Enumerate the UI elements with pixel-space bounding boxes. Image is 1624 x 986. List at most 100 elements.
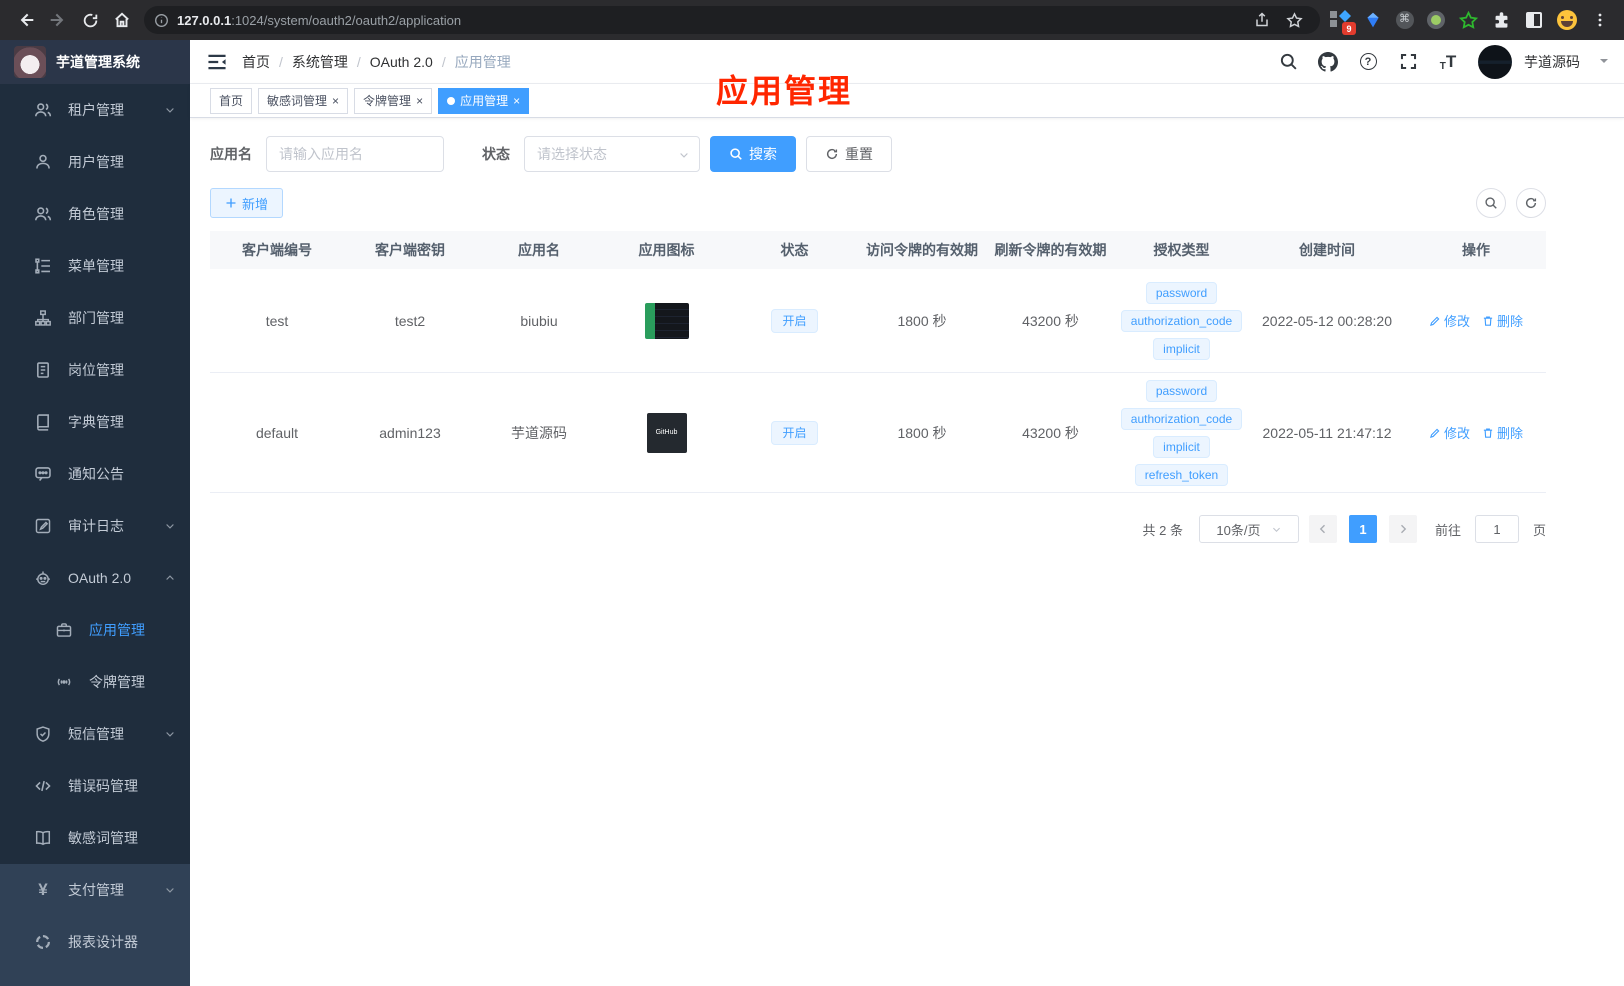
browser-home-button[interactable] <box>106 4 138 36</box>
user-menu-caret-icon[interactable] <box>1600 59 1608 67</box>
collapse-sidebar-icon[interactable] <box>206 51 228 73</box>
delete-link[interactable]: 删除 <box>1482 311 1523 330</box>
sidebar-item-user[interactable]: 用户管理 <box>0 136 190 188</box>
sidebar-item-errorcode[interactable]: 错误码管理 <box>0 760 190 812</box>
sidebar-item-oauth2[interactable]: OAuth 2.0 <box>0 552 190 604</box>
sidebar-item-sensitive-word[interactable]: 敏感词管理 <box>0 812 190 864</box>
search-icon <box>730 148 742 160</box>
share-icon[interactable] <box>1246 4 1278 36</box>
tab-token[interactable]: 令牌管理 × <box>354 87 433 114</box>
extensions-puzzle-icon[interactable] <box>1491 10 1511 30</box>
sidebar-item-sms[interactable]: 短信管理 <box>0 708 190 760</box>
navbar-actions: 芋道源码 <box>1278 44 1608 79</box>
edit-link[interactable]: 修改 <box>1429 423 1470 442</box>
close-icon[interactable]: × <box>416 95 423 107</box>
sidebar-item-label: 短信管理 <box>68 726 124 742</box>
sidebar-item-audit-log[interactable]: 审计日志 <box>0 500 190 552</box>
address-bar[interactable]: 127.0.0.1:1024/system/oauth2/oauth2/appl… <box>144 6 1320 34</box>
status-label: 状态 <box>482 146 510 162</box>
tab-application[interactable]: 应用管理 × <box>438 87 530 114</box>
reset-button[interactable]: 重置 <box>806 136 892 172</box>
help-icon[interactable] <box>1358 52 1378 72</box>
browser-reload-button[interactable] <box>74 4 106 36</box>
app-icon-image: GitHub <box>646 412 687 453</box>
refresh-table-button[interactable] <box>1516 188 1546 218</box>
github-icon[interactable] <box>1318 51 1338 72</box>
chevron-down-icon <box>1272 527 1280 532</box>
goto-label: 前往 <box>1434 522 1461 538</box>
sidebar-item-menu[interactable]: 菜单管理 <box>0 240 190 292</box>
page-size-select[interactable]: 10条/页 <box>1198 515 1299 543</box>
profile-avatar-icon[interactable] <box>1557 10 1577 30</box>
table-toolbar: 新增 <box>210 188 1546 218</box>
browser-forward-button[interactable] <box>42 4 74 36</box>
add-button[interactable]: 新增 <box>210 188 284 218</box>
sidebar-item-post[interactable]: 岗位管理 <box>0 344 190 396</box>
sidebar-item-pay[interactable]: ¥ 支付管理 <box>0 864 190 916</box>
bookmark-star-icon[interactable] <box>1278 4 1310 36</box>
open-book-icon <box>35 830 51 846</box>
toggle-search-button[interactable] <box>1476 188 1506 218</box>
filter-form: 应用名 状态 请选择状态 搜索 重置 <box>210 136 1624 172</box>
browser-menu-icon[interactable] <box>1590 10 1610 30</box>
username[interactable]: 芋道源码 <box>1524 52 1580 72</box>
app-name-input[interactable] <box>266 136 444 172</box>
page-unit-label: 页 <box>1532 522 1546 538</box>
sidebar-item-label: 部门管理 <box>68 310 124 326</box>
browser-back-button[interactable] <box>10 4 42 36</box>
sidebar-item-notice[interactable]: 通知公告 <box>0 448 190 500</box>
cell-access-ttl: 1800 秒 <box>897 424 947 441</box>
refresh-icon <box>826 148 838 160</box>
close-icon[interactable]: × <box>332 95 339 107</box>
breadcrumb-system[interactable]: 系统管理 <box>292 52 348 72</box>
status-select[interactable]: 请选择状态 <box>524 136 700 172</box>
cell-app-name: biubiu <box>520 312 558 329</box>
sidebar-item-label: 角色管理 <box>68 206 124 222</box>
sidebar-item-dept[interactable]: 部门管理 <box>0 292 190 344</box>
sidebar-item-oauth2-token[interactable]: 令牌管理 <box>0 656 190 708</box>
sidebar-item-role[interactable]: 角色管理 <box>0 188 190 240</box>
app-logo <box>14 46 46 78</box>
breadcrumb-separator: / <box>356 53 361 70</box>
sidebar-item-label: OAuth 2.0 <box>68 570 132 586</box>
edit-link[interactable]: 修改 <box>1429 311 1470 330</box>
sidebar-section-bottom: ¥ 支付管理 报表设计器 <box>0 864 190 986</box>
breadcrumb-oauth2[interactable]: OAuth 2.0 <box>370 54 433 70</box>
next-page-button[interactable] <box>1388 515 1417 543</box>
goto-page-input[interactable] <box>1474 515 1519 543</box>
sidebar-item-label: 应用管理 <box>89 622 145 638</box>
breadcrumb-home[interactable]: 首页 <box>242 52 270 72</box>
extension-command-icon[interactable] <box>1396 11 1414 29</box>
extension-gem-icon[interactable] <box>1363 10 1383 30</box>
sidebar-item-report-designer[interactable]: 报表设计器 <box>0 916 190 968</box>
extension-green-star-icon[interactable] <box>1458 10 1478 30</box>
user-avatar[interactable] <box>1478 44 1512 79</box>
font-size-icon[interactable] <box>1438 52 1458 72</box>
grant-tag: implicit <box>1153 337 1210 360</box>
search-icon[interactable] <box>1278 52 1298 72</box>
status-badge[interactable]: 开启 <box>771 420 818 445</box>
close-icon[interactable]: × <box>513 95 520 107</box>
sidebar-item-dict[interactable]: 字典管理 <box>0 396 190 448</box>
extension-blocks-icon[interactable]: 9 <box>1330 10 1356 35</box>
search-button[interactable]: 搜索 <box>710 136 796 172</box>
fullscreen-icon[interactable] <box>1398 52 1418 72</box>
cell-created-at: 2022-05-12 00:28:20 <box>1262 312 1392 329</box>
status-badge[interactable]: 开启 <box>771 308 818 333</box>
top-navbar: 首页 / 系统管理 / OAuth 2.0 / 应用管理 ? T T 芋道源码 <box>190 40 1624 84</box>
delete-link[interactable]: 删除 <box>1482 423 1523 442</box>
grant-tag: refresh_token <box>1134 463 1229 486</box>
sidebar-item-tenant[interactable]: 租户管理 <box>0 84 190 136</box>
cell-refresh-ttl: 43200 秒 <box>1022 312 1079 329</box>
site-info-icon[interactable] <box>154 13 169 28</box>
badge-icon <box>37 362 49 378</box>
app-logo-bar[interactable]: 芋道管理系统 <box>0 40 190 84</box>
extension-record-icon[interactable] <box>1427 11 1445 29</box>
cell-created-at: 2022-05-11 21:47:12 <box>1262 424 1392 441</box>
tab-home[interactable]: 首页 <box>210 87 253 114</box>
tab-sensitive-word[interactable]: 敏感词管理 × <box>258 87 349 114</box>
prev-page-button[interactable] <box>1308 515 1337 543</box>
split-view-icon[interactable] <box>1524 10 1544 30</box>
current-page-button[interactable]: 1 <box>1348 515 1377 543</box>
sidebar-item-oauth2-application[interactable]: 应用管理 <box>0 604 190 656</box>
